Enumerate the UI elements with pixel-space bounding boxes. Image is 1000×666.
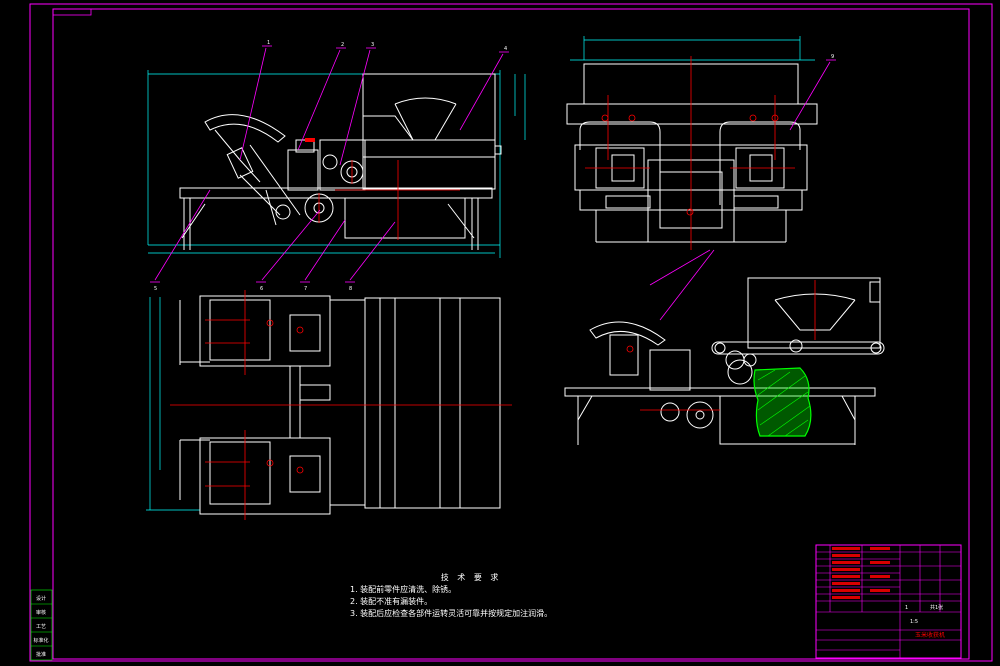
technical-note-2: 2. 装配不准有漏装件。	[350, 597, 433, 606]
stamp-approve: 批准	[36, 651, 46, 658]
stamp-review: 审核	[36, 609, 46, 616]
technical-notes-title: 技 术 要 求	[440, 573, 502, 582]
balloon-9: 9	[831, 54, 834, 60]
red-marker	[305, 138, 315, 142]
balloon-8: 8	[349, 286, 352, 292]
section-hatch	[753, 367, 812, 437]
balloon-7: 7	[304, 286, 307, 292]
stamp-standard: 标准化	[33, 637, 48, 644]
balloon-4: 4	[504, 46, 507, 52]
balloon-3: 3	[371, 42, 374, 48]
stamp-design: 设计	[36, 595, 46, 602]
stamp-process: 工艺	[36, 624, 46, 630]
balloon-5: 5	[154, 286, 157, 292]
technical-note-1: 1. 装配前零件应清洗、除锈。	[350, 585, 457, 594]
title-block-scale: 1:5	[910, 619, 918, 625]
balloon-2: 2	[341, 42, 344, 48]
title-block-sheet: 共1张	[930, 604, 943, 611]
title-block-count: 1	[905, 605, 908, 611]
balloon-1: 1	[267, 40, 270, 46]
technical-notes: 技 术 要 求 1. 装配前零件应清洗、除锈。 2. 装配不准有漏装件。 3. …	[350, 572, 552, 620]
balloon-6: 6	[260, 286, 263, 292]
drawing-sheet: 玉米收获机 1:5 1 共1张 设计 审核 工艺 标准化 批准 1 2 3 4 …	[0, 0, 1000, 666]
technical-note-3: 3. 装配后应检查各部件运转灵活可靠并按规定加注润滑。	[350, 609, 553, 618]
title-block-drawing-title: 玉米收获机	[915, 631, 945, 639]
